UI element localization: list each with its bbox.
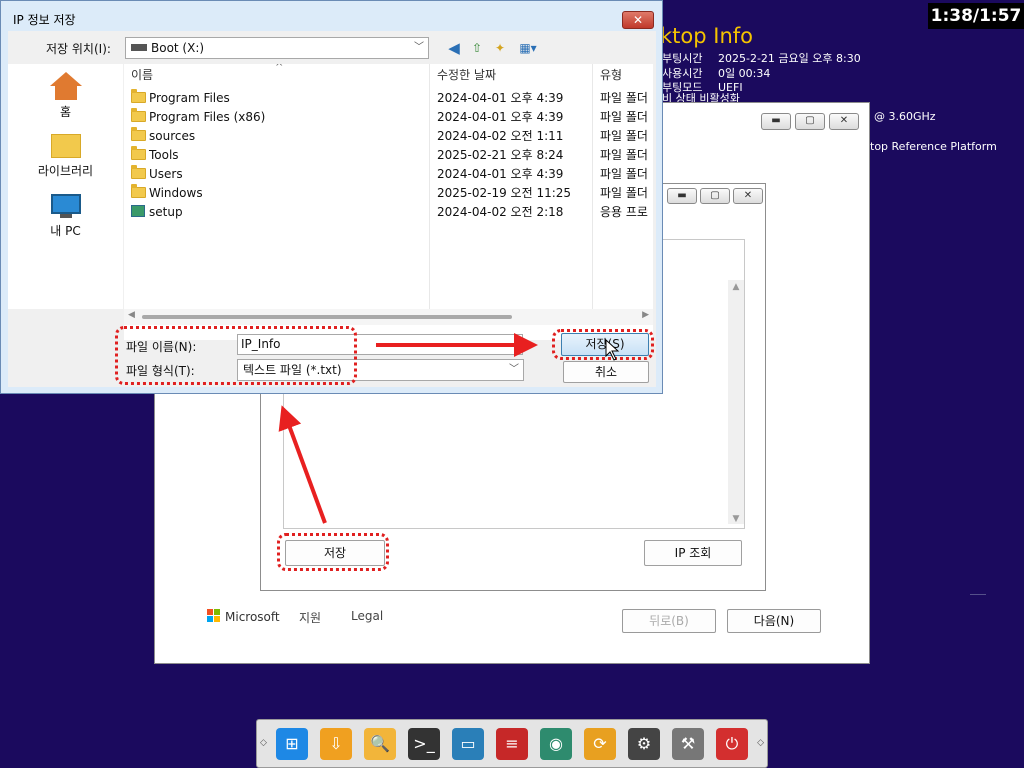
- vertical-scrollbar[interactable]: ▲ ▼: [728, 280, 744, 524]
- place-this-pc[interactable]: 내 PC: [8, 194, 123, 239]
- next-button[interactable]: 다음(N): [727, 609, 821, 633]
- close-button[interactable]: ✕: [829, 113, 859, 130]
- maximize-button[interactable]: ▢: [795, 113, 825, 130]
- scroll-right-arrow-icon[interactable]: ▶: [642, 310, 649, 320]
- dialog-title: IP 정보 저장: [13, 13, 76, 27]
- place-library[interactable]: 라이브러리: [8, 134, 123, 179]
- chevron-down-icon: ﹀: [509, 364, 519, 375]
- countdown-clock: 1:38/1:57: [928, 3, 1024, 29]
- file-row[interactable]: Windows 2025-02-19 오전 11:25 파일 폴더: [124, 184, 653, 203]
- monitor-icon[interactable]: ▭: [452, 728, 484, 760]
- board-info: top Reference Platform: [870, 140, 997, 153]
- ip-lookup-button[interactable]: IP 조회: [644, 540, 742, 566]
- highlight-save-button: [552, 329, 654, 360]
- column-header-type[interactable]: 유형: [600, 64, 622, 86]
- computer-monitor-icon: [50, 194, 81, 214]
- file-row[interactable]: sources 2024-04-02 오전 1:11 파일 폴더: [124, 127, 653, 146]
- file-row[interactable]: Users 2024-04-01 오후 4:39 파일 폴더: [124, 165, 653, 184]
- save-location-combo[interactable]: Boot (X:) ﹀: [125, 37, 429, 59]
- dialog-close-button[interactable]: ✕: [622, 11, 654, 29]
- minimize-button[interactable]: ▬: [761, 113, 791, 130]
- folder-icon: [131, 127, 146, 141]
- sync-icon[interactable]: ⟳: [584, 728, 616, 760]
- disk-tool-icon[interactable]: ◉: [540, 728, 572, 760]
- highlight-filename-filetype: [115, 326, 357, 385]
- taskbar: ◇ ◇ ⊞ ⇩ 🔍 >_ ▭ ≡ ◉ ⟳ ⚙ ⚒ ⏻: [256, 719, 768, 768]
- microsoft-logo: Microsoft: [207, 609, 280, 624]
- command-prompt-icon[interactable]: >_: [408, 728, 440, 760]
- folder-icon: [131, 89, 146, 103]
- sort-ascending-icon: ^: [275, 64, 284, 73]
- microsoft-squares-icon: [207, 609, 221, 623]
- power-icon[interactable]: ⏻: [716, 728, 748, 760]
- taskbar-grip-left[interactable]: ◇: [260, 738, 267, 748]
- desktop-info-title: ktop Info: [660, 24, 753, 48]
- file-explorer-icon[interactable]: 🔍: [364, 728, 396, 760]
- cpu-info: @ 3.60GHz: [874, 110, 936, 123]
- inner-maximize-button[interactable]: ▢: [700, 188, 730, 204]
- scroll-down-arrow-icon[interactable]: ▼: [728, 514, 744, 524]
- back-button[interactable]: 뒤로(B): [622, 609, 716, 633]
- disk-partition-icon[interactable]: ≡: [496, 728, 528, 760]
- scroll-up-arrow-icon[interactable]: ▲: [728, 280, 744, 294]
- desktop-divider: [970, 594, 986, 595]
- places-bar: 홈 라이브러리 내 PC: [8, 64, 123, 309]
- new-folder-icon[interactable]: ✦: [491, 39, 509, 57]
- file-list[interactable]: 이름 ^ 수정한 날짜 유형 Program Files 2024-04-01 오후…: [124, 64, 653, 340]
- library-folder-icon: [50, 134, 81, 158]
- folder-icon: [131, 184, 146, 198]
- column-header-name[interactable]: 이름 ^: [131, 64, 429, 86]
- folder-icon: [131, 165, 146, 179]
- file-row[interactable]: Program Files (x86) 2024-04-01 오후 4:39 파일 …: [124, 108, 653, 127]
- back-arrow-icon[interactable]: ◀: [445, 39, 463, 57]
- file-row[interactable]: Tools 2025-02-21 오후 8:24 파일 폴더: [124, 146, 653, 165]
- legal-link[interactable]: Legal: [351, 609, 383, 623]
- scroll-thumb[interactable]: [142, 315, 512, 319]
- file-row[interactable]: setup 2024-04-02 오전 2:18 응용 프로: [124, 203, 653, 222]
- save-location-label: 저장 위치(I):: [46, 42, 111, 56]
- file-row[interactable]: Program Files 2024-04-01 오후 4:39 파일 폴더: [124, 89, 653, 108]
- column-header-modified[interactable]: 수정한 날짜: [437, 64, 496, 86]
- scroll-left-arrow-icon[interactable]: ◀: [128, 310, 135, 320]
- usb-drive-icon[interactable]: ⇩: [320, 728, 352, 760]
- up-folder-icon[interactable]: ⇧: [468, 39, 486, 57]
- dialog-cancel-button[interactable]: 취소: [563, 361, 649, 383]
- desktop-info-row: 부팅시간 2025-2-21 금요일 오후 8:30: [662, 52, 861, 65]
- horizontal-scrollbar[interactable]: ◀ ▶: [124, 309, 653, 325]
- view-menu-icon[interactable]: ▦▾: [514, 39, 542, 57]
- setup-app-icon: [131, 205, 145, 217]
- inner-close-button[interactable]: ✕: [733, 188, 763, 204]
- drive-icon: [131, 44, 147, 51]
- inner-minimize-button[interactable]: ▬: [667, 188, 697, 204]
- support-link[interactable]: 지원: [299, 609, 321, 626]
- place-home[interactable]: 홈: [8, 72, 123, 120]
- settings-gear-icon[interactable]: ⚙: [628, 728, 660, 760]
- taskbar-grip-right[interactable]: ◇: [757, 738, 764, 748]
- tools-hammer-icon[interactable]: ⚒: [672, 728, 704, 760]
- folder-icon: [131, 146, 146, 160]
- highlight-inner-save-button: [277, 533, 389, 571]
- folder-icon: [131, 108, 146, 122]
- windows-start-icon[interactable]: ⊞: [276, 728, 308, 760]
- chevron-down-icon: ﹀: [414, 42, 424, 53]
- home-icon: [49, 72, 82, 86]
